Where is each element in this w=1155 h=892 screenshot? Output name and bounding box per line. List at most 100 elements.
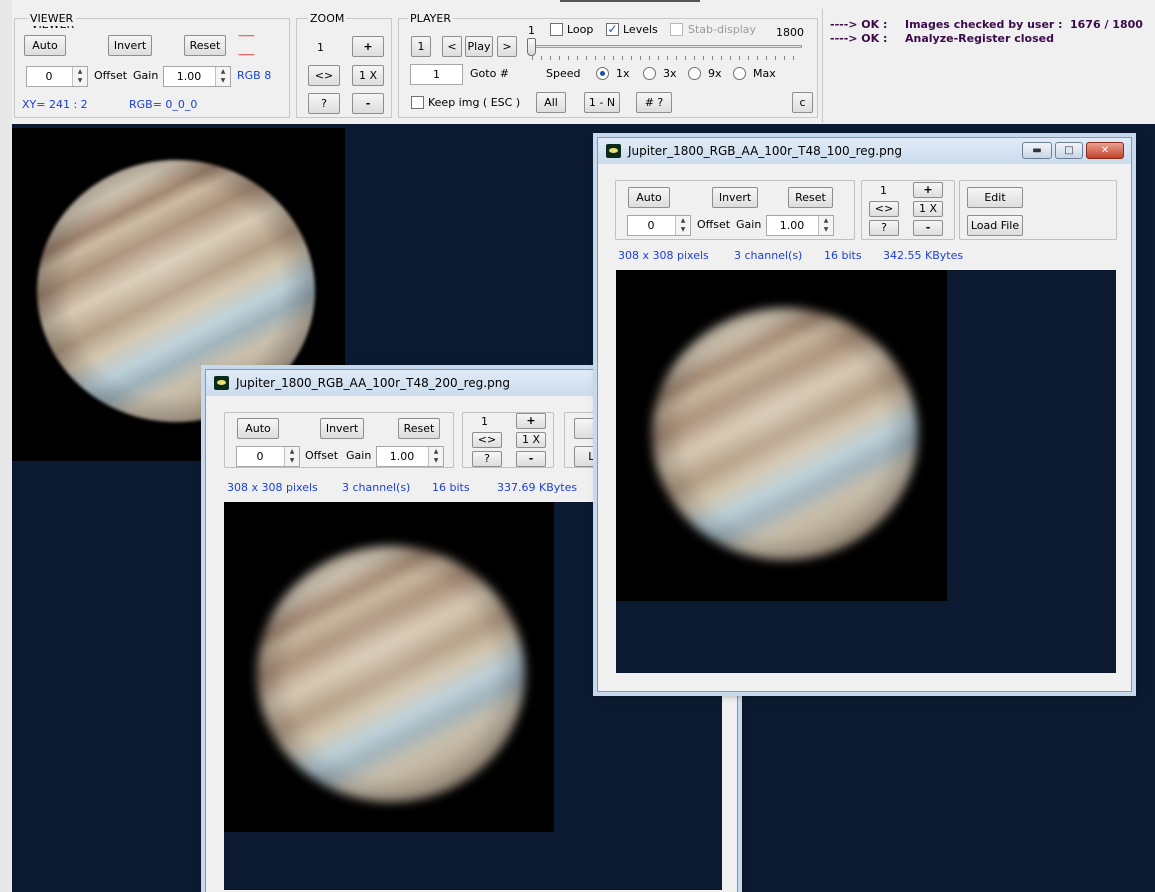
window-zoom-out-button[interactable]: - [516, 451, 546, 467]
window-edit-button[interactable]: Edit [967, 187, 1023, 208]
close-button[interactable]: ✕ [1086, 142, 1124, 159]
spin-arrows-icon[interactable]: ▲ ▼ [72, 67, 87, 86]
viewer-offset-label: Offset [94, 69, 128, 82]
viewer-auto-button[interactable]: Auto [24, 35, 66, 56]
close-icon: ✕ [1100, 145, 1110, 156]
status-line1-value: 1676 / 1800 [1070, 18, 1143, 31]
window-gain-label: Gain [736, 218, 762, 231]
spin-arrows-icon[interactable]: ▲ ▼ [428, 447, 443, 466]
stab-display-label: Stab-display [688, 23, 757, 36]
zoom-level: 1 [317, 41, 324, 54]
jupiter-planet-image [257, 546, 525, 802]
stab-display-checkbox[interactable] [670, 23, 683, 36]
speed-label-9x: 9x [708, 67, 722, 80]
window-zoom-fit-button[interactable]: <> [869, 201, 899, 217]
player-all-button[interactable]: All [536, 92, 566, 113]
window-titlebar[interactable]: Jupiter_1800_RGB_AA_100r_T48_100_reg.png… [598, 138, 1131, 164]
minimize-button[interactable]: ▬ [1022, 142, 1052, 159]
loop-checkbox[interactable] [550, 23, 563, 36]
player-hash-button[interactable]: # ? [636, 92, 672, 113]
window-reset-button[interactable]: Reset [398, 418, 440, 439]
window-offset-stepper[interactable]: 0 ▲ ▼ [627, 215, 691, 236]
app-eye-icon [214, 376, 229, 390]
viewer-offset-value: 0 [45, 70, 53, 83]
player-prev-button[interactable]: < [442, 36, 462, 57]
window-invert-button[interactable]: Invert [320, 418, 364, 439]
spin-arrows-icon[interactable]: ▲ ▼ [818, 216, 833, 235]
frame-slider-track[interactable] [530, 45, 802, 48]
spin-arrows-icon[interactable]: ▲ ▼ [675, 216, 690, 235]
viewer-red-mark-2: ------- [238, 50, 255, 60]
zoom-in-button[interactable]: + [352, 36, 384, 57]
window-zoom-fit-button[interactable]: <> [472, 432, 502, 448]
spin-arrows-icon[interactable]: ▲ ▼ [215, 67, 230, 86]
player-group-title: PLAYER [408, 12, 453, 26]
viewer-gain-stepper[interactable]: 1.00 ▲ ▼ [163, 66, 231, 87]
window-image-size: 337.69 KBytes [497, 481, 578, 494]
window-zoom-1x-button[interactable]: 1 X [516, 432, 546, 448]
zoom-out-button[interactable]: - [352, 93, 384, 114]
toolbar-top-line [560, 0, 700, 2]
main-toolbar: VIEWER VIEWER Auto Invert Reset ------- … [0, 0, 1155, 124]
window-load-file-button[interactable]: Load File [967, 215, 1023, 236]
speed-radio-9x[interactable] [688, 67, 701, 80]
speed-radio-1x[interactable] [596, 67, 609, 80]
window-content: Auto Invert Reset 0 ▲ ▼ Offset Gain 1.00 … [606, 164, 1123, 683]
levels-checkbox[interactable]: ✓ [606, 23, 619, 36]
zoom-help-button[interactable]: ? [308, 93, 340, 114]
window-image [224, 502, 554, 832]
zoom-group-title: ZOOM [308, 12, 347, 26]
speed-radio-max[interactable] [733, 67, 746, 80]
window-image-dimensions: 308 x 308 pixels [618, 249, 709, 262]
player-c-button[interactable]: c [792, 92, 813, 113]
status-line2-prefix: ----> OK : [830, 32, 888, 45]
keep-img-label: Keep img ( ESC ) [428, 96, 521, 109]
viewer-offset-stepper[interactable]: 0 ▲ ▼ [26, 66, 88, 87]
window-zoom-help-button[interactable]: ? [869, 220, 899, 236]
goto-frame-input[interactable]: 1 [410, 64, 463, 85]
window-zoom-in-button[interactable]: + [913, 182, 943, 198]
viewer-invert-button[interactable]: Invert [108, 35, 152, 56]
viewer-rgb-readout: RGB= 0_0_0 [129, 98, 198, 111]
zoom-1x-button[interactable]: 1 X [352, 65, 384, 86]
image-window-100[interactable]: Jupiter_1800_RGB_AA_100r_T48_100_reg.png… [597, 137, 1132, 692]
window-zoom-level: 1 [880, 184, 887, 197]
window-zoom-1x-button[interactable]: 1 X [913, 201, 943, 217]
window-image [616, 270, 947, 601]
window-image-dimensions: 308 x 308 pixels [227, 481, 318, 494]
window-invert-button[interactable]: Invert [712, 187, 758, 208]
zoom-fit-button[interactable]: <> [308, 65, 340, 86]
window-zoom-out-button[interactable]: - [913, 220, 943, 236]
keep-img-checkbox[interactable] [411, 96, 424, 109]
speed-radio-3x[interactable] [643, 67, 656, 80]
window-gain-value: 1.00 [389, 450, 415, 463]
player-slider-max: 1800 [776, 26, 804, 39]
player-first-button[interactable]: 1 [411, 36, 431, 57]
loop-label: Loop [567, 23, 594, 36]
window-auto-button[interactable]: Auto [628, 187, 670, 208]
window-gain-stepper[interactable]: 1.00 ▲ ▼ [376, 446, 444, 467]
player-next-button[interactable]: > [497, 36, 517, 57]
window-reset-button[interactable]: Reset [788, 187, 833, 208]
status-line1-prefix: ----> OK : [830, 18, 888, 31]
window-title: Jupiter_1800_RGB_AA_100r_T48_200_reg.png [236, 376, 510, 390]
viewer-reset-button[interactable]: Reset [184, 35, 226, 56]
window-image-canvas[interactable] [616, 270, 1116, 673]
window-zoom-help-button[interactable]: ? [472, 451, 502, 467]
window-auto-button[interactable]: Auto [237, 418, 279, 439]
window-zoom-level: 1 [481, 415, 488, 428]
window-image-channels: 3 channel(s) [734, 249, 803, 262]
spin-arrows-icon[interactable]: ▲ ▼ [284, 447, 299, 466]
viewer-red-mark-1: ------- [238, 31, 255, 41]
player-1-n-button[interactable]: 1 - N [584, 92, 620, 113]
window-offset-stepper[interactable]: 0 ▲ ▼ [236, 446, 300, 467]
app-eye-icon [606, 144, 621, 158]
window-gain-stepper[interactable]: 1.00 ▲ ▼ [766, 215, 834, 236]
window-zoom-in-button[interactable]: + [516, 413, 546, 429]
window-offset-value: 0 [256, 450, 264, 463]
viewer-gain-label: Gain [133, 69, 159, 82]
frame-slider-thumb[interactable] [527, 38, 536, 56]
player-play-button[interactable]: Play [465, 36, 493, 57]
levels-label: Levels [623, 23, 658, 36]
maximize-button[interactable]: □ [1055, 142, 1083, 159]
